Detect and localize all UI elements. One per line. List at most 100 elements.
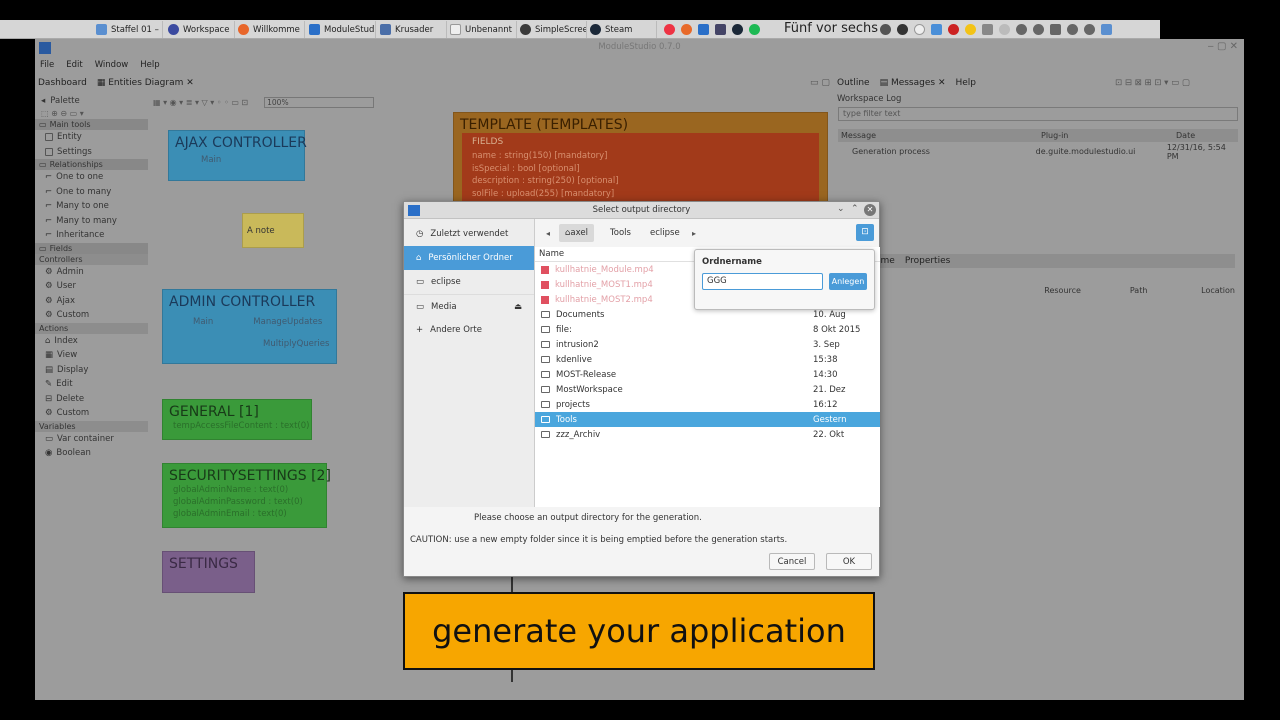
palette-item-custom-action[interactable]: ⚙ Custom [35, 406, 148, 421]
tab-messages[interactable]: ▤ Messages ✕ [880, 78, 946, 88]
field-row[interactable]: tempAccessFileContent : text(0) [163, 420, 311, 432]
palette-section-actions[interactable]: Actions [35, 322, 148, 334]
field-row[interactable]: globalAdminPassword : text(0) [163, 496, 326, 508]
entity-template[interactable]: TEMPLATE (TEMPLATES) FIELDS name : strin… [453, 112, 828, 203]
field-row[interactable]: globalAdminName : text(0) [163, 484, 326, 496]
palette-section-relationships[interactable]: ▭ Relationships [35, 159, 148, 170]
action-manageupdates[interactable]: ManageUpdates [253, 317, 322, 327]
palette-section-controllers[interactable]: Controllers [35, 253, 148, 265]
right-panel-toolbar[interactable]: ⊡ ⊟ ⊠ ⊞ ⊡ ▾ ▭ ▢ [1115, 78, 1190, 88]
folder-icon[interactable] [931, 24, 942, 35]
task-steam[interactable]: Steam [587, 21, 657, 38]
bluetooth-icon[interactable] [1067, 24, 1078, 35]
folder-row[interactable]: MOST-Release 14:30 [535, 367, 880, 382]
task-staffel[interactable]: Staffel 01 – [93, 21, 163, 38]
palette-item-index[interactable]: ⌂ Index [35, 334, 148, 349]
tab-properties[interactable]: Properties [905, 256, 950, 266]
field-row[interactable]: globalAdminEmail : text(0) [163, 508, 326, 520]
modulestudio-icon[interactable] [698, 24, 709, 35]
palette-item-many-to-many[interactable]: ⌐ Many to many [35, 214, 148, 229]
blank-icon[interactable] [914, 24, 925, 35]
tab-entities-diagram[interactable]: ▦ Entities Diagram ✕ [97, 78, 194, 88]
minimize-icon[interactable]: ⌄ [837, 204, 845, 214]
palette-section-variables[interactable]: Variables [35, 420, 148, 432]
drop-icon[interactable] [897, 24, 908, 35]
folder-row-selected[interactable]: Tools Gestern [535, 412, 880, 427]
record-icon[interactable] [948, 24, 959, 35]
new-folder-button[interactable]: ⊡ [856, 224, 874, 241]
folder-row[interactable]: intrusion2 3. Sep [535, 337, 880, 352]
chrome-icon[interactable] [664, 24, 675, 35]
palette-item-var-container[interactable]: ▭ Var container [35, 432, 148, 447]
column-path[interactable]: Path [1130, 286, 1201, 295]
path-forward-icon[interactable]: ▸ [692, 229, 696, 238]
entity-general[interactable]: GENERAL [1] tempAccessFileContent : text… [162, 399, 312, 440]
field-row[interactable]: solFile : upload(255) [mandatory] [462, 188, 819, 201]
task-modulestudio[interactable]: ModuleStud [306, 21, 376, 38]
column-name[interactable]: Name [539, 249, 564, 259]
palette-item-admin[interactable]: ⚙ Admin [35, 265, 148, 280]
entity-ajax-controller[interactable]: AJAX CONTROLLER Main [168, 130, 307, 181]
field-row[interactable]: description : string(250) [optional] [462, 175, 819, 188]
entity-securitysettings[interactable]: SECURITYSETTINGS [2] globalAdminName : t… [162, 463, 331, 528]
window-controls[interactable]: ‒ ▢ ✕ [1207, 41, 1238, 52]
folder-name-input[interactable]: GGG [702, 273, 823, 290]
menu-help[interactable]: Help [140, 60, 159, 70]
entity-settings[interactable]: SETTINGS [162, 551, 255, 593]
lock-icon[interactable] [715, 24, 726, 35]
log-row[interactable]: Generation process de.guite.modulestudio… [838, 143, 1238, 161]
wifi-icon[interactable] [1033, 24, 1044, 35]
menu-window[interactable]: Window [95, 60, 129, 70]
diagram-toolbar[interactable]: ▦ ▾ ◉ ▾ ≣ ▾ ▽ ▾ ◦ ◦ ▭ ⊡ 100% [153, 96, 443, 108]
crumb-eclipse[interactable]: eclipse [644, 224, 686, 242]
place-home[interactable]: ⌂ Persönlicher Ordner [404, 246, 534, 270]
palette-item-many-to-one[interactable]: ⌐ Many to one [35, 199, 148, 214]
palette-item-boolean[interactable]: ◉ Boolean [35, 446, 148, 461]
palette-item-user[interactable]: ⚙ User [35, 279, 148, 294]
task-simplescreen[interactable]: SimpleScree [517, 21, 587, 38]
palette-item-entity[interactable]: Entity [35, 130, 148, 145]
palette-section-fields[interactable]: ▭ Fields [35, 242, 148, 254]
tab-dashboard[interactable]: Dashboard [38, 78, 87, 88]
ok-button[interactable]: OK [826, 553, 872, 570]
update-icon[interactable] [999, 24, 1010, 35]
create-folder-button[interactable]: Anlegen [829, 273, 867, 290]
maximize-icon[interactable]: ⌃ [851, 204, 859, 214]
place-eclipse[interactable]: ▭ eclipse [404, 270, 534, 294]
firefox-icon[interactable] [681, 24, 692, 35]
palette-item-display[interactable]: ▤ Display [35, 363, 148, 378]
crumb-axel[interactable]: ⌂ axel [559, 224, 594, 242]
task-workspace[interactable]: Workspace [165, 21, 235, 38]
close-icon[interactable]: ✕ [864, 204, 876, 216]
palette-item-delete[interactable]: ⊟ Delete [35, 392, 148, 407]
clock[interactable]: Fünf vor sechs [784, 21, 878, 36]
folder-row[interactable]: file: 8 Okt 2015 [535, 322, 880, 337]
battery-icon[interactable] [982, 24, 993, 35]
path-back-icon[interactable]: ◂ [546, 229, 550, 238]
palette-item-settings[interactable]: Settings [35, 145, 148, 160]
column-date[interactable]: Date [1176, 131, 1195, 140]
sync-icon[interactable] [1016, 24, 1027, 35]
field-row[interactable]: name : string(150) [mandatory] [462, 150, 819, 163]
mail-icon[interactable] [1050, 24, 1061, 35]
editor-view-controls[interactable]: ▭ ▢ [810, 78, 830, 88]
steam-icon[interactable] [732, 24, 743, 35]
task-krusader[interactable]: Krusader [377, 21, 447, 38]
eject-icon[interactable]: ⏏ [514, 302, 522, 312]
gear-icon[interactable] [880, 24, 891, 35]
task-firefox[interactable]: Willkomme [235, 21, 305, 38]
palette-item-inheritance[interactable]: ⌐ Inheritance [35, 228, 148, 243]
field-row[interactable]: isSpecial : bool [optional] [462, 163, 819, 176]
column-location[interactable]: Location [1201, 286, 1235, 295]
tab-outline[interactable]: Outline [837, 78, 870, 88]
palette-item-one-to-many[interactable]: ⌐ One to many [35, 185, 148, 200]
desktop-icon[interactable] [1101, 24, 1112, 35]
task-unbenannt[interactable]: Unbenannt [447, 21, 517, 38]
column-message[interactable]: Message [838, 131, 1041, 140]
zoom-select[interactable]: 100% [264, 96, 375, 108]
crumb-tools[interactable]: Tools [604, 224, 637, 242]
spotify-icon[interactable] [749, 24, 760, 35]
action-main[interactable]: Main [169, 154, 304, 166]
note-icon[interactable] [965, 24, 976, 35]
column-resource[interactable]: Resource [1044, 286, 1130, 295]
